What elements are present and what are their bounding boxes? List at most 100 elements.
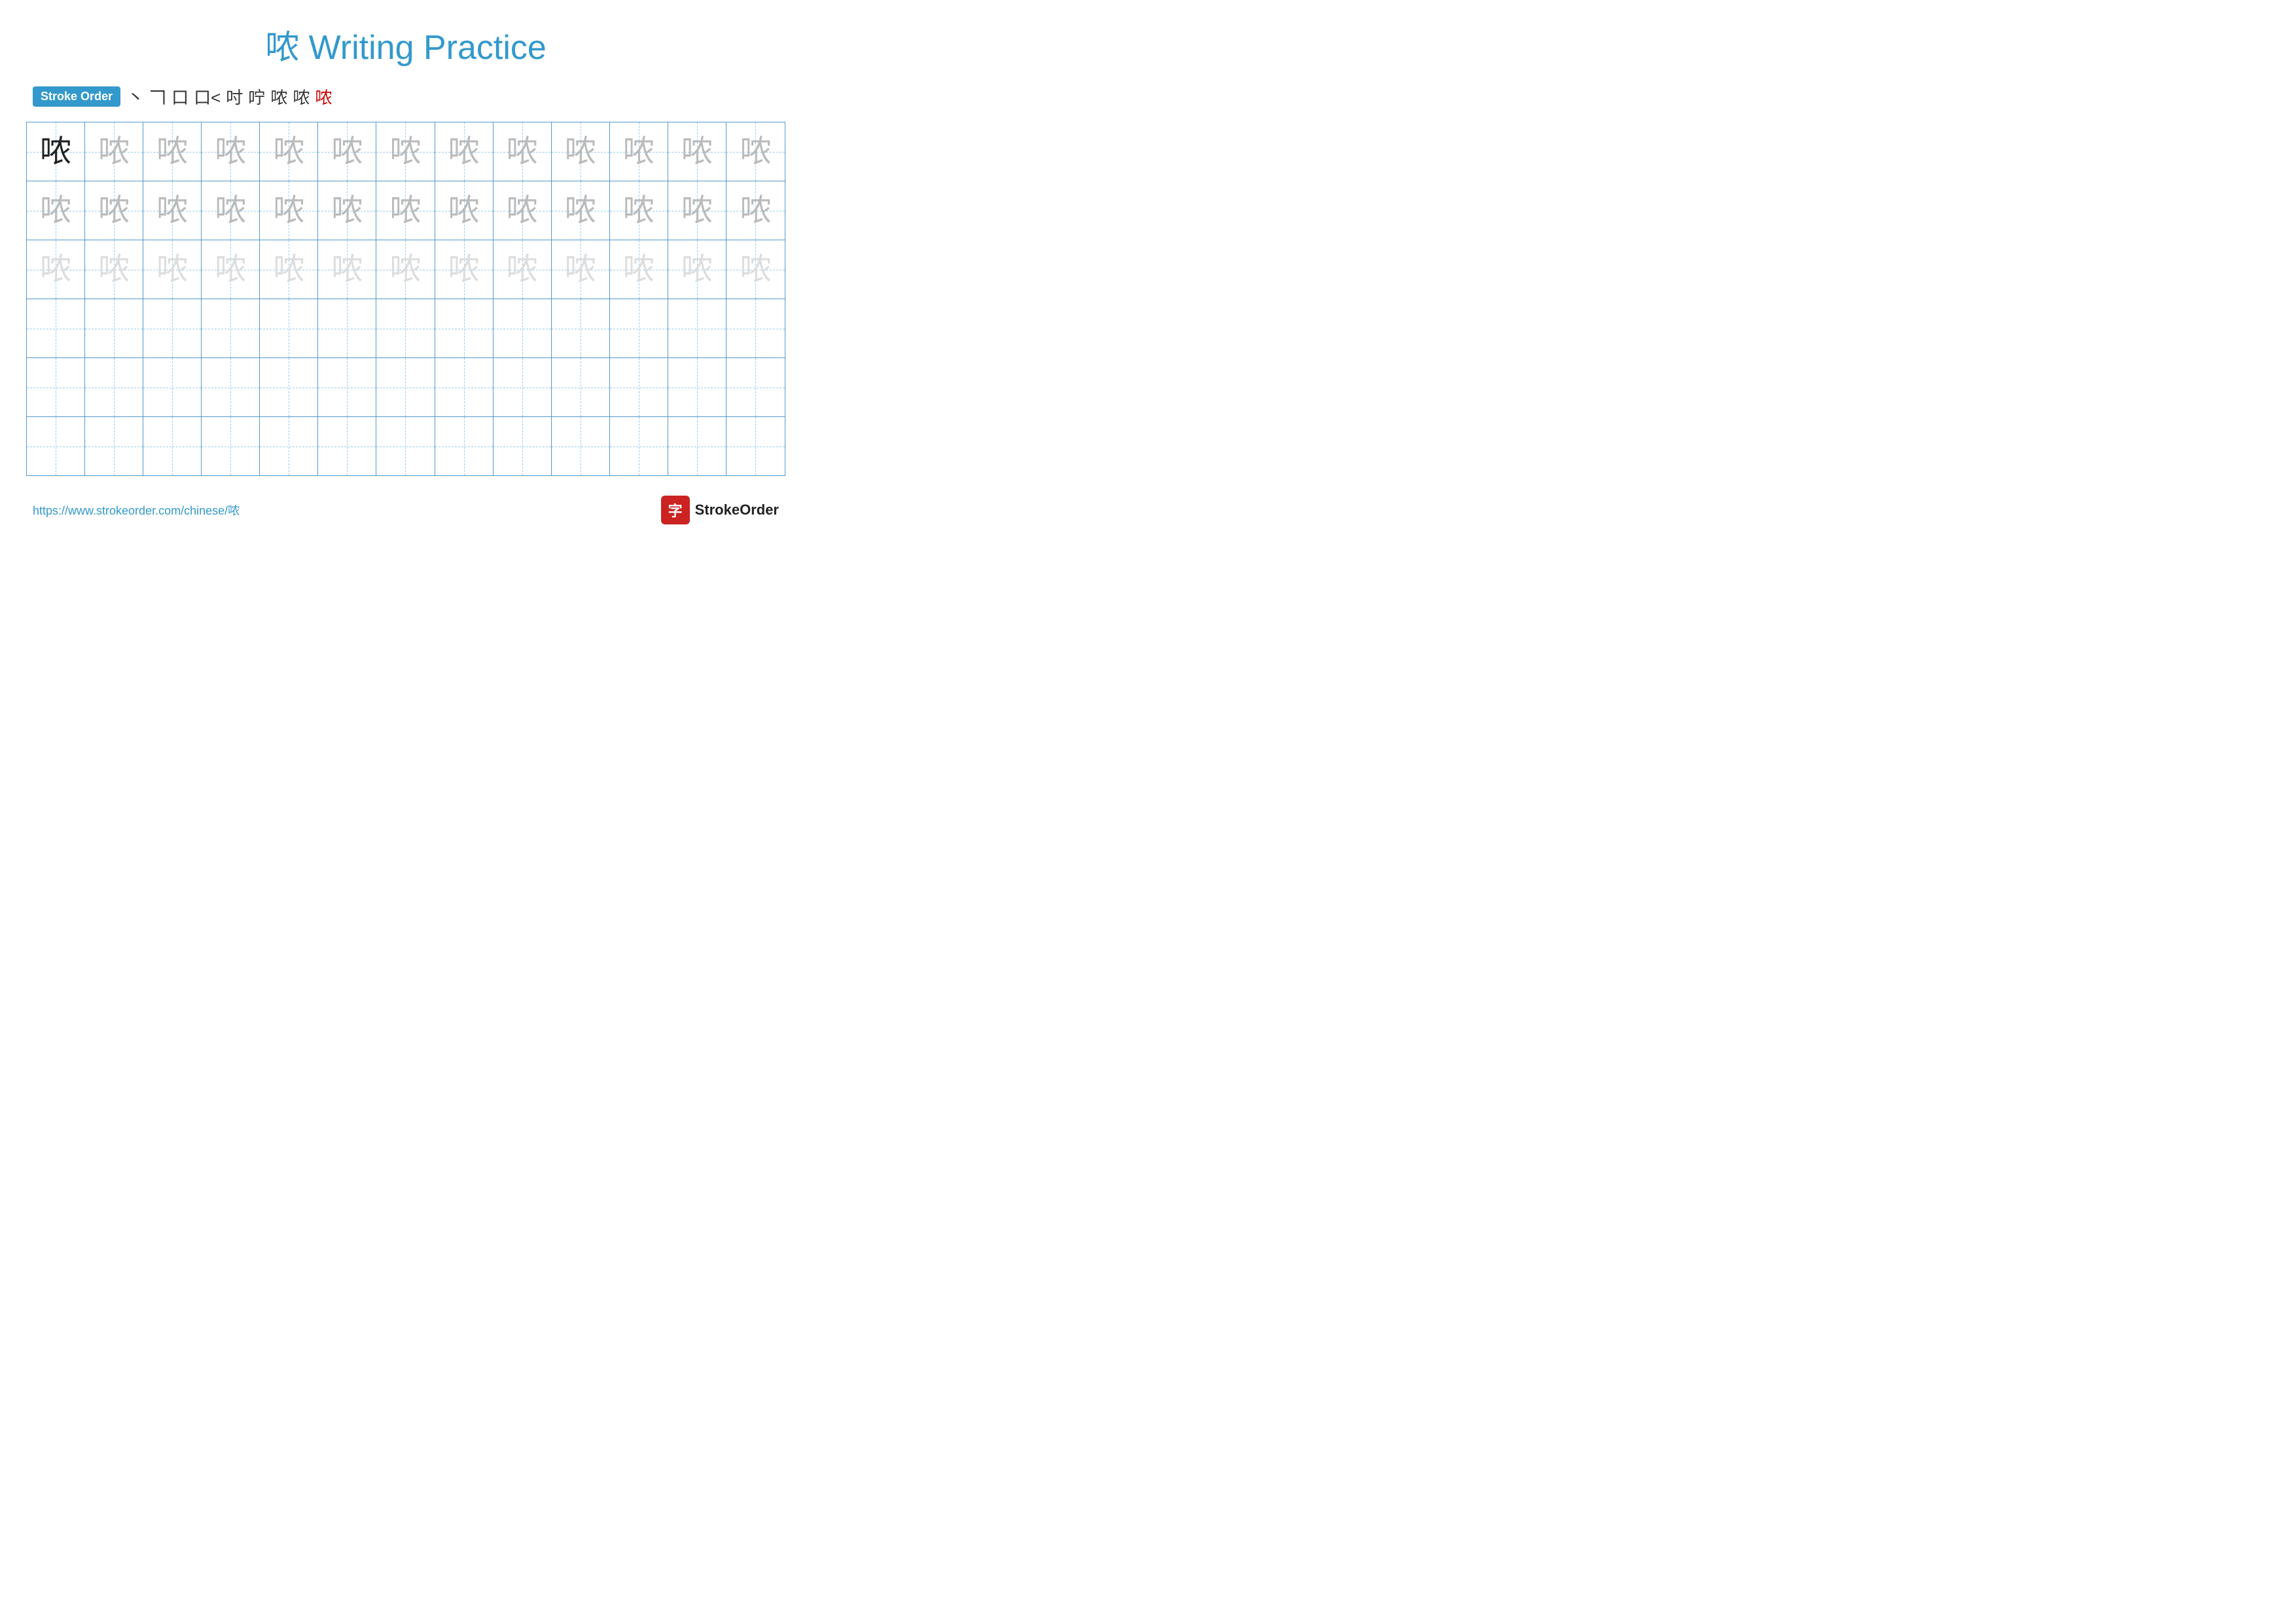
- grid-cell[interactable]: [143, 358, 202, 416]
- grid-cell[interactable]: [260, 358, 318, 416]
- grid-cell[interactable]: 哝: [318, 240, 376, 299]
- grid-cell[interactable]: 哝: [318, 181, 376, 240]
- grid-cell[interactable]: 哝: [668, 181, 726, 240]
- practice-char: 哝: [40, 254, 71, 285]
- grid-cell[interactable]: 哝: [493, 122, 552, 181]
- grid-cell[interactable]: 哝: [435, 240, 493, 299]
- footer-logo: 字 StrokeOrder: [661, 496, 779, 524]
- practice-char: 哝: [623, 136, 655, 168]
- grid-cell[interactable]: 哝: [143, 240, 202, 299]
- grid-cell[interactable]: 哝: [260, 240, 318, 299]
- grid-cell[interactable]: 哝: [143, 122, 202, 181]
- grid-cell[interactable]: [493, 299, 552, 357]
- grid-row-3: 哝 哝 哝 哝 哝 哝 哝 哝 哝 哝 哝 哝 哝: [27, 240, 785, 299]
- grid-cell[interactable]: [668, 417, 726, 475]
- grid-cell[interactable]: 哝: [376, 240, 435, 299]
- grid-cell[interactable]: 哝: [493, 240, 552, 299]
- stroke-order-section: Stroke Order 丶 𠃍 口 口˂ 吋 咛 哝 哝 哝: [26, 84, 785, 109]
- grid-cell[interactable]: 哝: [610, 122, 668, 181]
- practice-char: 哝: [273, 254, 304, 285]
- grid-cell[interactable]: [668, 299, 726, 357]
- grid-cell[interactable]: 哝: [202, 122, 260, 181]
- grid-cell[interactable]: [726, 358, 785, 416]
- grid-cell[interactable]: 哝: [27, 181, 85, 240]
- grid-cell[interactable]: [202, 417, 260, 475]
- grid-cell[interactable]: 哝: [202, 240, 260, 299]
- grid-cell[interactable]: [435, 299, 493, 357]
- grid-cell[interactable]: [27, 358, 85, 416]
- grid-cell[interactable]: 哝: [27, 122, 85, 181]
- grid-cell[interactable]: 哝: [610, 181, 668, 240]
- practice-char: 哝: [215, 136, 246, 168]
- stroke-order-badge: Stroke Order: [33, 86, 120, 107]
- stroke-5: 吋: [226, 84, 243, 109]
- grid-cell[interactable]: [202, 358, 260, 416]
- stroke-9: 哝: [315, 84, 332, 109]
- grid-cell[interactable]: 哝: [726, 181, 785, 240]
- grid-cell[interactable]: [143, 417, 202, 475]
- grid-cell[interactable]: [493, 358, 552, 416]
- grid-cell[interactable]: [27, 299, 85, 357]
- grid-cell[interactable]: [610, 358, 668, 416]
- grid-cell[interactable]: 哝: [552, 181, 610, 240]
- grid-cell[interactable]: 哝: [202, 181, 260, 240]
- practice-char: 哝: [565, 254, 596, 285]
- grid-cell[interactable]: [376, 417, 435, 475]
- grid-cell[interactable]: [726, 299, 785, 357]
- grid-cell[interactable]: 哝: [668, 122, 726, 181]
- title-section: 哝 Writing Practice: [26, 20, 785, 69]
- footer-url[interactable]: https://www.strokeorder.com/chinese/哝: [33, 501, 240, 519]
- grid-cell[interactable]: 哝: [552, 122, 610, 181]
- grid-cell[interactable]: 哝: [260, 181, 318, 240]
- grid-cell[interactable]: [85, 417, 143, 475]
- grid-cell[interactable]: [260, 299, 318, 357]
- grid-cell[interactable]: 哝: [85, 181, 143, 240]
- grid-cell[interactable]: [376, 358, 435, 416]
- grid-cell[interactable]: [668, 358, 726, 416]
- grid-cell[interactable]: [318, 417, 376, 475]
- grid-cell[interactable]: 哝: [85, 122, 143, 181]
- practice-char: 哝: [156, 136, 188, 168]
- grid-cell[interactable]: [552, 299, 610, 357]
- grid-cell[interactable]: [318, 299, 376, 357]
- practice-char: 哝: [156, 195, 188, 227]
- grid-cell[interactable]: [610, 417, 668, 475]
- practice-char: 哝: [565, 136, 596, 168]
- grid-cell[interactable]: 哝: [610, 240, 668, 299]
- grid-cell[interactable]: [435, 417, 493, 475]
- grid-cell[interactable]: 哝: [318, 122, 376, 181]
- grid-cell[interactable]: 哝: [726, 240, 785, 299]
- grid-cell[interactable]: [552, 358, 610, 416]
- grid-cell[interactable]: 哝: [435, 122, 493, 181]
- practice-char: 哝: [448, 195, 480, 227]
- grid-cell[interactable]: [610, 299, 668, 357]
- practice-char: 哝: [273, 136, 304, 168]
- grid-cell[interactable]: 哝: [85, 240, 143, 299]
- practice-char: 哝: [40, 195, 71, 227]
- grid-cell[interactable]: 哝: [668, 240, 726, 299]
- grid-cell[interactable]: [143, 299, 202, 357]
- grid-cell[interactable]: [202, 299, 260, 357]
- grid-cell[interactable]: 哝: [726, 122, 785, 181]
- title-chinese: 哝: [265, 29, 299, 67]
- grid-cell[interactable]: 哝: [552, 240, 610, 299]
- grid-cell[interactable]: [726, 417, 785, 475]
- grid-cell[interactable]: 哝: [143, 181, 202, 240]
- practice-char: 哝: [623, 254, 655, 285]
- grid-cell[interactable]: [27, 417, 85, 475]
- grid-cell[interactable]: 哝: [435, 181, 493, 240]
- grid-cell[interactable]: 哝: [27, 240, 85, 299]
- grid-cell[interactable]: [435, 358, 493, 416]
- grid-cell[interactable]: 哝: [493, 181, 552, 240]
- grid-cell[interactable]: 哝: [376, 181, 435, 240]
- grid-cell[interactable]: [85, 358, 143, 416]
- grid-cell[interactable]: 哝: [376, 122, 435, 181]
- grid-cell[interactable]: [552, 417, 610, 475]
- grid-cell[interactable]: [85, 299, 143, 357]
- grid-cell[interactable]: [376, 299, 435, 357]
- grid-cell[interactable]: [318, 358, 376, 416]
- grid-cell[interactable]: [260, 417, 318, 475]
- practice-char: 哝: [507, 136, 538, 168]
- grid-cell[interactable]: 哝: [260, 122, 318, 181]
- grid-cell[interactable]: [493, 417, 552, 475]
